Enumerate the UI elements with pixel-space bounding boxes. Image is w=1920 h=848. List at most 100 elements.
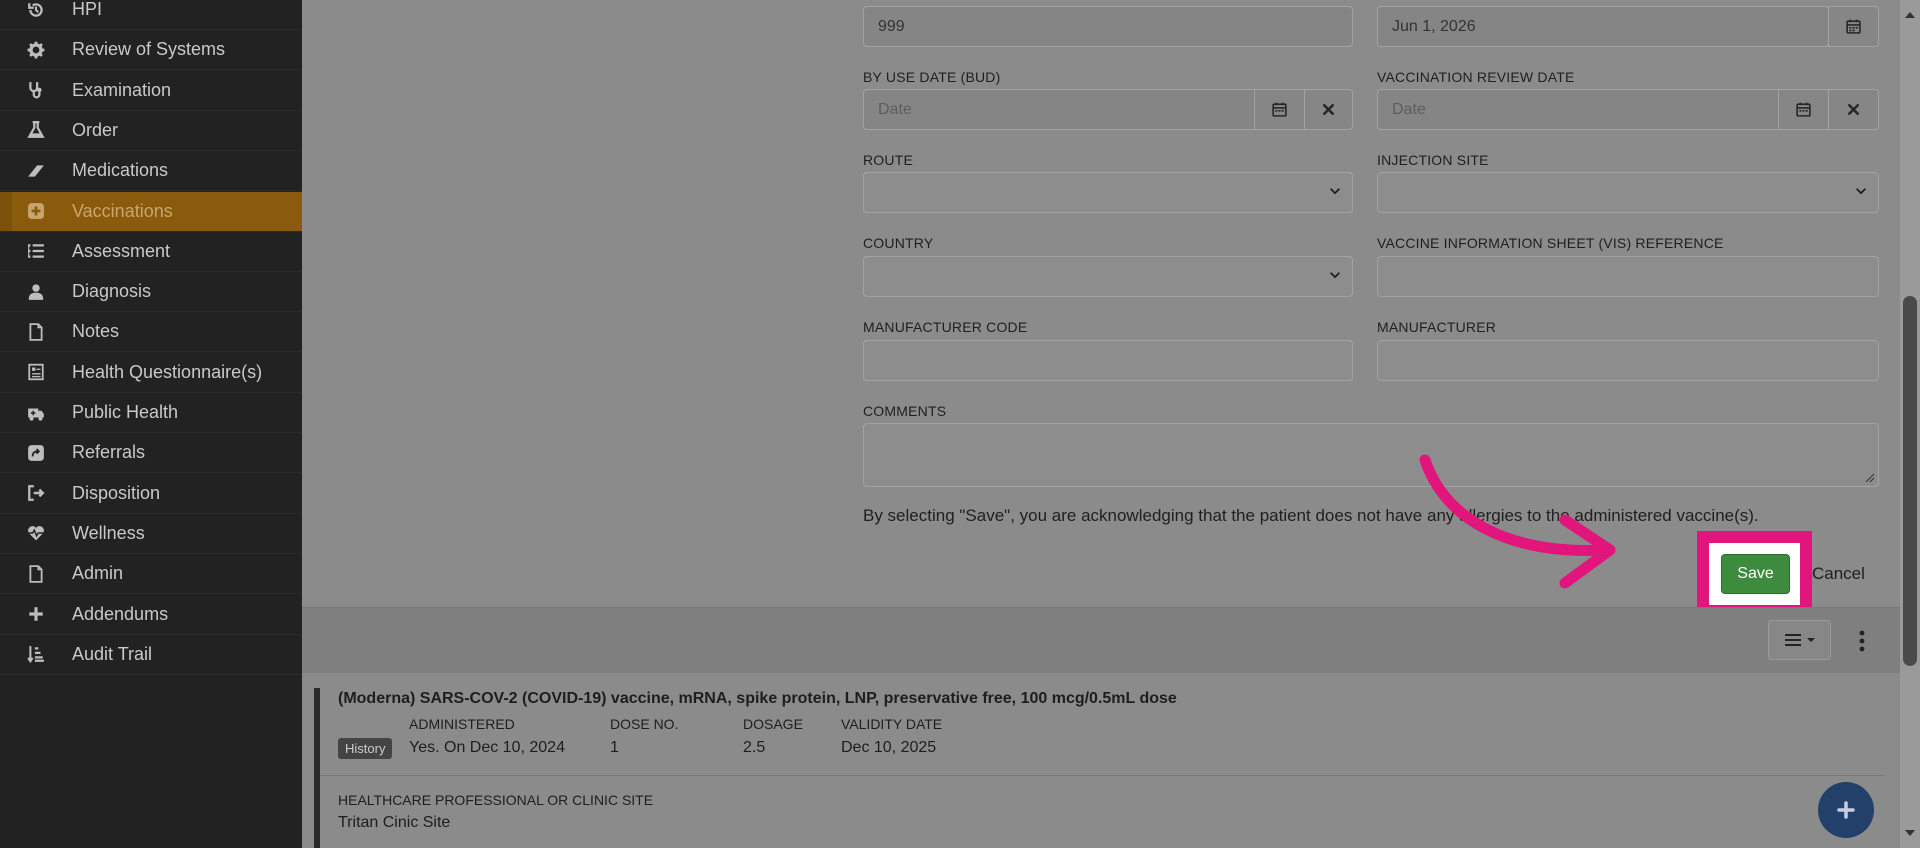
sidebar-item-disposition[interactable]: Disposition (0, 474, 302, 514)
ambulance-icon (0, 404, 72, 422)
close-icon (1847, 103, 1860, 116)
file-icon (0, 564, 72, 583)
lot-number-field[interactable]: 999 (863, 6, 1353, 47)
sidebar-item-admin[interactable]: Admin (0, 554, 302, 595)
stethoscope-icon (0, 81, 72, 99)
dose-no-label: DOSE NO. (610, 716, 679, 732)
sidebar-item-audit-trail[interactable]: Audit Trail (0, 635, 302, 675)
scroll-up-icon[interactable] (1903, 8, 1917, 22)
bud-calendar-button[interactable] (1254, 89, 1305, 130)
plus-square-icon (0, 202, 72, 220)
bud-clear-button[interactable] (1304, 89, 1353, 130)
injection-site-label: INJECTION SITE (1377, 152, 1489, 168)
administered-value: Yes. On Dec 10, 2024 (409, 739, 565, 756)
injection-site-select[interactable] (1377, 172, 1879, 213)
sidebar-item-label: HPI (72, 0, 103, 19)
comments-label: COMMENTS (863, 403, 947, 419)
expiration-calendar-button[interactable] (1828, 6, 1879, 47)
flask-icon (0, 121, 72, 139)
bud-date-placeholder: Date (878, 100, 912, 118)
validity-date-label: VALIDITY DATE (841, 716, 943, 732)
user-doctor-icon (0, 283, 72, 301)
sidebar-item-public-health[interactable]: Public Health (0, 393, 302, 433)
sidebar-item-health-questionnaire-s[interactable]: Health Questionnaire(s) (0, 353, 302, 393)
bars-icon (1784, 634, 1801, 646)
expiration-date-field[interactable]: Jun 1, 2026 (1377, 6, 1829, 47)
sidebar-item-hpi[interactable]: HPI (0, 0, 302, 30)
route-label: ROUTE (863, 152, 913, 168)
sidebar-item-label: Addendums (72, 603, 169, 624)
list-icon (0, 242, 72, 260)
scroll-down-icon[interactable] (1903, 826, 1917, 840)
cancel-button[interactable]: Cancel (1812, 554, 1884, 594)
bud-label: BY USE DATE (BUD) (863, 69, 1001, 85)
sidebar-item-diagnosis[interactable]: Diagnosis (0, 272, 302, 313)
sidebar-item-assessment[interactable]: Assessment (0, 232, 302, 272)
sidebar-item-vaccinations[interactable]: Vaccinations (0, 191, 302, 232)
form-icon (0, 363, 72, 381)
list-view-menu-button[interactable] (1768, 620, 1831, 660)
scrollbar-thumb[interactable] (1903, 296, 1917, 666)
manufacturer-label: MANUFACTURER (1377, 319, 1497, 335)
sidebar-item-referrals[interactable]: Referrals (0, 433, 302, 474)
manufacturer-input[interactable] (1377, 340, 1879, 381)
validity-date-value: Dec 10, 2025 (841, 739, 937, 756)
sidebar-item-medications[interactable]: Medications (0, 151, 302, 192)
add-vaccination-fab[interactable] (1818, 782, 1874, 838)
bud-date-input[interactable]: Date (863, 89, 1255, 130)
dosage-label: DOSAGE (743, 716, 803, 732)
chevron-down-icon (1328, 267, 1342, 286)
more-options-icon[interactable] (1856, 630, 1868, 657)
vaccine-title: (Moderna) SARS-COV-2 (COVID-19) vaccine,… (338, 690, 1177, 707)
sidebar-item-label: Wellness (72, 522, 145, 543)
sidebar-item-label: Assessment (72, 240, 171, 261)
sidebar-item-label: Audit Trail (72, 643, 153, 664)
chevron-down-icon (1854, 183, 1868, 202)
sidebar: HPI Review of Systems Examination Order Medi… (0, 0, 302, 848)
sidebar-item-examination[interactable]: Examination (0, 71, 302, 111)
vis-reference-label: VACCINE INFORMATION SHEET (VIS) REFERENC… (1377, 235, 1724, 251)
sort-amount-icon (0, 645, 72, 664)
history-badge: History (338, 738, 393, 759)
review-calendar-button[interactable] (1778, 89, 1829, 130)
vaccination-record-card[interactable] (314, 688, 1884, 848)
heartbeat-icon (0, 524, 72, 542)
chevron-down-icon (1328, 183, 1342, 202)
country-select[interactable] (863, 256, 1353, 297)
gear-icon (0, 41, 72, 59)
sidebar-item-review-of-systems[interactable]: Review of Systems (0, 30, 302, 71)
review-clear-button[interactable] (1828, 89, 1879, 130)
save-button[interactable]: Save (1721, 554, 1790, 594)
sidebar-item-wellness[interactable]: Wellness (0, 514, 302, 554)
review-date-input[interactable]: Date (1377, 89, 1779, 130)
manufacturer-code-input[interactable] (863, 340, 1353, 381)
caret-down-icon (1806, 638, 1815, 642)
lot-number-value: 999 (878, 17, 905, 35)
resize-handle-icon[interactable] (1865, 473, 1875, 483)
manufacturer-code-label: MANUFACTURER CODE (863, 319, 1028, 335)
sidebar-item-label: Review of Systems (72, 39, 226, 60)
sidebar-item-label: Disposition (72, 482, 161, 503)
hcp-label: HEALTHCARE PROFESSIONAL OR CLINIC SITE (338, 792, 654, 808)
plus-icon (1837, 801, 1855, 819)
file-icon (0, 323, 72, 341)
review-date-placeholder: Date (1392, 100, 1426, 118)
sidebar-item-label: Order (72, 119, 119, 140)
sidebar-item-label: Health Questionnaire(s) (72, 361, 263, 382)
annotation-arrow-icon (1419, 454, 1616, 589)
administered-label: ADMINISTERED (409, 716, 515, 732)
calendar-icon (1846, 19, 1861, 34)
sidebar-item-addendums[interactable]: Addendums (0, 595, 302, 635)
comments-textarea[interactable] (863, 423, 1879, 487)
sidebar-item-label: Notes (72, 321, 120, 342)
sidebar-item-label: Public Health (72, 402, 179, 422)
calendar-icon (1796, 102, 1811, 117)
route-select[interactable] (863, 172, 1353, 213)
dosage-value: 2.5 (743, 739, 766, 756)
sign-out-icon (0, 484, 72, 502)
sidebar-item-label: Medications (72, 160, 169, 181)
sidebar-item-notes[interactable]: Notes (0, 312, 302, 353)
vis-reference-input[interactable] (1377, 256, 1879, 297)
sidebar-item-order[interactable]: Order (0, 111, 302, 151)
sidebar-item-label: Examination (72, 79, 172, 100)
